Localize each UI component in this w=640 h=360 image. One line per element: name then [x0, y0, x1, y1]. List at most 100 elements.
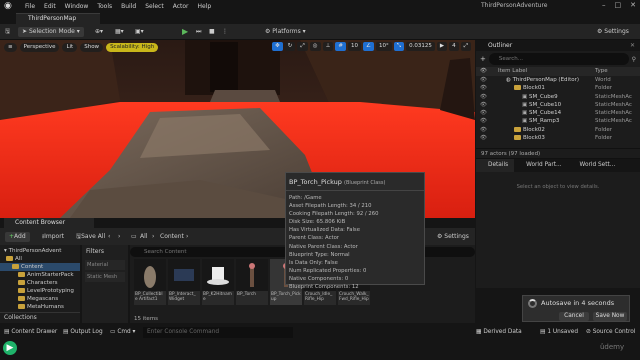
outliner-row[interactable]: 👁 Block03 Folder — [476, 134, 640, 142]
history-forward-icon[interactable]: › — [118, 232, 120, 242]
save-all-button[interactable]: 🖫Save All — [76, 232, 105, 242]
scale-snap-value[interactable]: 0.03125 — [406, 42, 435, 51]
visibility-icon[interactable]: 👁 — [480, 109, 490, 117]
derived-data-button[interactable]: ▦ Derived Data — [476, 327, 522, 338]
viewport-menu-button[interactable]: ≡ — [4, 42, 17, 52]
autosave-cancel-button[interactable]: Cancel — [559, 312, 589, 321]
output-log-button[interactable]: ▤ Output Log — [63, 327, 103, 338]
outliner-row[interactable]: 👁 ▣ SM_Cube14 StaticMeshAc — [476, 109, 640, 117]
cmd-dropdown[interactable]: ▭ Cmd ▾ — [110, 327, 135, 338]
grid-snap-value[interactable]: 10 — [348, 42, 362, 51]
history-back-icon[interactable]: ‹ — [108, 232, 110, 242]
folder-tree-item[interactable]: Characters — [0, 279, 80, 287]
minimize-icon[interactable]: – — [602, 1, 606, 9]
asset-tile[interactable]: BP_K2Hitname — [202, 259, 234, 305]
cb-settings-button[interactable]: ⚙ Settings — [437, 232, 469, 242]
visibility-icon[interactable]: 👁 — [480, 76, 490, 84]
asset-tile[interactable]: BP_Torch — [236, 259, 268, 305]
filter-static-mesh[interactable]: Static Mesh — [85, 272, 125, 282]
visibility-icon[interactable]: 👁 — [480, 101, 490, 109]
breadcrumb-all[interactable]: All — [140, 232, 147, 242]
camera-speed-value[interactable]: 4 — [449, 42, 459, 51]
outliner-row[interactable]: 👁 ▣ SM_Ramp3 StaticMeshAc — [476, 117, 640, 125]
console-input[interactable]: Enter Console Command — [143, 327, 293, 338]
project-root[interactable]: ▾ ThirdPersonAdvent — [0, 247, 80, 255]
close-icon[interactable]: ✕ — [630, 1, 636, 9]
content-drawer-button[interactable]: ▤ Content Drawer — [4, 327, 57, 338]
collections-header[interactable]: Collections — [0, 312, 80, 323]
outliner-row[interactable]: 👁 Block01 Folder — [476, 84, 640, 92]
menu-window[interactable]: Window — [65, 3, 89, 10]
rotate-tool-icon[interactable]: ↻ — [284, 42, 296, 51]
visibility-icon[interactable]: 👁 — [480, 117, 490, 125]
rotation-snap-value[interactable]: 10° — [375, 42, 392, 51]
source-control-button[interactable]: ⊘ Source Control — [586, 327, 635, 338]
save-icon[interactable]: 🖫 — [5, 27, 10, 37]
unreal-logo-icon[interactable]: ◉ — [4, 0, 16, 12]
step-icon[interactable]: ⏭ — [196, 27, 201, 37]
folder-tree-item[interactable]: Content — [0, 263, 80, 271]
outliner-row[interactable]: 👁 ◍ ThirdPersonMap (Editor) World — [476, 76, 640, 84]
visibility-icon[interactable]: 👁 — [480, 126, 490, 134]
col-item-label[interactable]: Item Label — [490, 67, 595, 76]
selection-mode-dropdown[interactable]: ➤ Selection Mode ▾ — [18, 27, 84, 37]
visibility-icon[interactable]: 👁 — [480, 67, 490, 76]
play-options-icon[interactable]: ⋮ — [222, 27, 228, 37]
outliner-row[interactable]: 👁 Block02 Folder — [476, 126, 640, 134]
world-local-icon[interactable]: ◎ — [309, 42, 321, 51]
perspective-button[interactable]: Perspective — [19, 42, 60, 52]
outliner-search-input[interactable]: Search... — [488, 53, 629, 65]
grid-snap-icon[interactable]: # — [335, 42, 347, 51]
surface-snap-icon[interactable]: ⊥ — [322, 42, 334, 51]
visibility-icon[interactable]: 👁 — [480, 93, 490, 101]
rotation-snap-icon[interactable]: ∠ — [363, 42, 374, 51]
blueprint-icon[interactable]: ▦▾ — [115, 27, 124, 37]
folder-tree-item[interactable]: Megascans — [0, 295, 80, 303]
breadcrumb-content[interactable]: Content — [160, 232, 184, 242]
camera-speed-icon[interactable]: ▶ — [436, 42, 448, 51]
add-icon[interactable]: + — [480, 55, 486, 63]
menu-select[interactable]: Select — [145, 3, 164, 10]
scale-tool-icon[interactable]: ⤢ — [297, 42, 308, 51]
filter-material[interactable]: Material — [85, 260, 125, 270]
folder-tree-item[interactable]: LevelPrototyping — [0, 287, 80, 295]
play-icon[interactable]: ▶ — [182, 27, 188, 37]
visibility-icon[interactable]: 👁 — [480, 84, 490, 92]
breadcrumb-chevron[interactable]: › — [186, 232, 188, 242]
unsaved-button[interactable]: ▤ 1 Unsaved — [540, 327, 578, 338]
outliner-row[interactable]: 👁 ▣ SM_Cube9 StaticMeshAc — [476, 93, 640, 101]
content-browser-tab[interactable]: Content Browser — [4, 218, 94, 228]
menu-build[interactable]: Build — [121, 3, 136, 10]
settings-button[interactable]: ⚙ Settings — [597, 27, 629, 37]
menu-actor[interactable]: Actor — [173, 3, 189, 10]
menu-tools[interactable]: Tools — [97, 3, 112, 10]
quick-add-icon[interactable]: ⊕▾ — [95, 27, 103, 37]
tab-world-partition[interactable]: World Part... — [514, 159, 567, 172]
autosave-save-now-button[interactable]: Save Now — [593, 312, 627, 321]
asset-tile[interactable]: BP_Collectible Artifact1 — [134, 259, 166, 305]
folder-tree-item[interactable]: AnimStarterPack — [0, 271, 80, 279]
visibility-icon[interactable]: 👁 — [480, 134, 490, 142]
menu-file[interactable]: File — [25, 3, 35, 10]
maximize-viewport-icon[interactable]: ⤢ — [460, 42, 471, 51]
scalability-badge[interactable]: Scalability: High — [106, 42, 159, 52]
import-button[interactable]: ⭳Import — [42, 232, 64, 242]
stop-icon[interactable]: ■ — [209, 27, 215, 37]
filter-icon[interactable]: ⚲ — [632, 56, 636, 63]
menu-edit[interactable]: Edit — [44, 3, 56, 10]
close-icon[interactable]: ✕ — [630, 40, 635, 51]
add-button[interactable]: +Add — [5, 232, 30, 242]
show-button[interactable]: Show — [80, 42, 104, 52]
maximize-icon[interactable]: □ — [615, 1, 622, 9]
cinematics-icon[interactable]: ▣▾ — [135, 27, 144, 37]
folder-tree-item[interactable]: MetaHumans — [0, 303, 80, 311]
level-tab[interactable]: ThirdPersonMap — [16, 13, 100, 24]
col-type[interactable]: Type — [595, 67, 608, 76]
folder-tree-item[interactable]: All — [0, 255, 80, 263]
scale-snap-icon[interactable]: ⤡ — [393, 42, 405, 51]
asset-tile[interactable]: BP_Interact_Widget — [168, 259, 200, 305]
outliner-row[interactable]: 👁 ▣ SM_Cube10 StaticMeshAc — [476, 101, 640, 109]
tab-world-settings[interactable]: World Sett... — [568, 159, 622, 172]
translate-tool-icon[interactable]: ✥ — [272, 42, 283, 51]
lit-button[interactable]: Lit — [62, 42, 78, 52]
